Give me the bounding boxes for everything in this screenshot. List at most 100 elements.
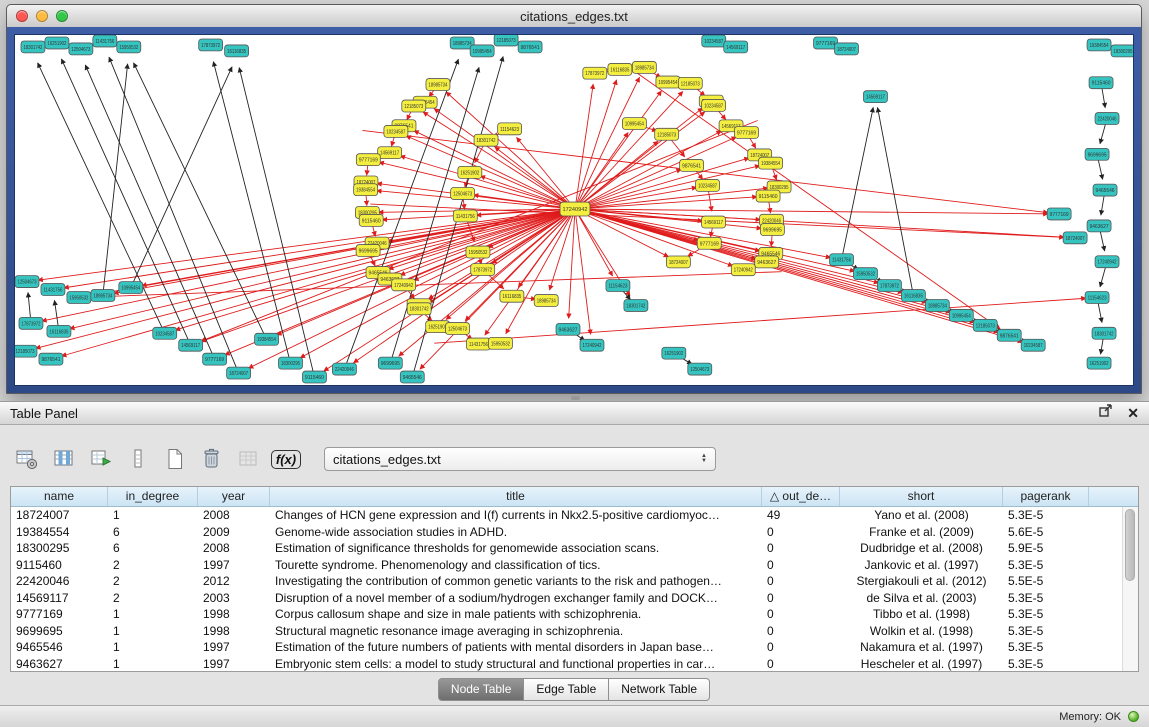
cell[interactable]: Embryonic stem cells: a model to study s… <box>270 656 762 673</box>
graph-node[interactable]: 9876541 <box>39 353 63 365</box>
graph-node[interactable]: 18300295 <box>279 357 303 369</box>
cell[interactable]: Estimation of significance thresholds fo… <box>270 540 762 557</box>
graph-node[interactable]: 16116835 <box>500 290 524 302</box>
graph-node[interactable]: 18985734 <box>925 299 949 311</box>
cell[interactable]: 5.3E-5 <box>1003 656 1089 673</box>
cell[interactable]: Yano et al. (2008) <box>840 507 1003 524</box>
graph-node[interactable]: 16251902 <box>45 37 69 49</box>
graph-node[interactable]: 18300295 <box>1111 45 1133 57</box>
graph-node[interactable]: 16116835 <box>225 45 249 57</box>
float-panel-icon[interactable] <box>1099 404 1113 422</box>
graph-node[interactable]: 11431756 <box>41 284 65 296</box>
graph-node[interactable]: 9463627 <box>755 256 779 268</box>
cell[interactable]: 5.3E-5 <box>1003 507 1089 524</box>
graph-node[interactable]: 17873972 <box>19 317 43 329</box>
cell[interactable]: Tourette syndrome. Phenomenology and cla… <box>270 557 762 574</box>
cell[interactable]: 19384554 <box>11 524 108 541</box>
network-window[interactable]: citations_edges.txt 18301742162519021250… <box>6 4 1142 394</box>
graph-node[interactable]: 15950532 <box>488 337 512 349</box>
add-column-icon[interactable] <box>86 444 116 474</box>
graph-node[interactable]: 10234587 <box>153 327 177 339</box>
splitter-handle-icon[interactable] <box>571 396 580 400</box>
graph-node[interactable]: 16251902 <box>662 347 686 359</box>
cell[interactable]: Jankovic et al. (1997) <box>840 557 1003 574</box>
graph-node[interactable]: 10234587 <box>696 179 720 191</box>
graph-node[interactable]: 15950532 <box>854 268 878 280</box>
close-panel-icon[interactable]: ✕ <box>1127 406 1139 420</box>
graph-node[interactable]: 17240942 <box>580 339 604 351</box>
panel-splitter[interactable] <box>0 394 1149 401</box>
function-builder-icon[interactable]: f(x) <box>271 444 301 474</box>
cell[interactable]: 18300295 <box>11 540 108 557</box>
graph-node[interactable]: 9876541 <box>997 329 1021 341</box>
cell[interactable]: 5.5E-5 <box>1003 573 1089 590</box>
graph-node[interactable]: 18724007 <box>227 367 251 379</box>
graph-node[interactable]: 18985734 <box>91 290 115 302</box>
graph-node[interactable]: 12504673 <box>451 187 475 199</box>
graph-node[interactable]: 18301742 <box>624 299 648 311</box>
graph-node[interactable]: 17873972 <box>583 67 607 79</box>
table-select-combo[interactable]: citations_edges.txt ▲▼ <box>324 447 716 471</box>
graph-node[interactable]: 17873972 <box>471 264 495 276</box>
graph-node[interactable]: 14569117 <box>378 147 402 159</box>
graph-node[interactable]: 16116835 <box>901 290 925 302</box>
graph-node[interactable]: 11154623 <box>1085 292 1109 304</box>
graph-node[interactable]: 17873972 <box>199 39 223 51</box>
graph-node[interactable]: 9777169 <box>1047 208 1071 220</box>
cell[interactable]: 5.3E-5 <box>1003 606 1089 623</box>
show-columns-icon[interactable] <box>49 444 79 474</box>
traffic-light-zoom[interactable] <box>56 10 68 22</box>
cell[interactable]: 5.3E-5 <box>1003 590 1089 607</box>
graph-node[interactable]: 14569117 <box>179 339 203 351</box>
graph-node[interactable]: 15950532 <box>117 41 141 53</box>
cell[interactable]: 1 <box>108 656 198 673</box>
graph-node[interactable]: 9777169 <box>697 237 721 249</box>
cell[interactable]: 9115460 <box>11 557 108 574</box>
cell[interactable]: 0 <box>762 606 840 623</box>
graph-node[interactable]: 10995454 <box>949 309 973 321</box>
graph-node[interactable]: 12185073 <box>494 35 518 46</box>
graph-node[interactable]: 9777169 <box>356 154 380 166</box>
cell[interactable]: Genome-wide association studies in ADHD. <box>270 524 762 541</box>
graph-node[interactable]: 10995454 <box>119 282 143 294</box>
network-canvas[interactable]: 1830174216251902125046731143175615950532… <box>14 34 1134 386</box>
column-header-0[interactable]: name <box>11 487 108 506</box>
graph-node[interactable]: 9876541 <box>518 41 542 53</box>
column-header-4[interactable]: △ out_de… <box>762 487 840 506</box>
cell[interactable]: Estimation of the future numbers of pati… <box>270 639 762 656</box>
cell[interactable]: Wolkin et al. (1998) <box>840 623 1003 640</box>
cell[interactable]: 0 <box>762 623 840 640</box>
graph-node[interactable]: 9699695 <box>1085 148 1109 160</box>
graph-node[interactable]: 9465546 <box>1093 184 1117 196</box>
graph-node[interactable]: 14569117 <box>724 41 748 53</box>
graph-node[interactable]: 10995454 <box>656 76 680 88</box>
graph-node[interactable]: 10995454 <box>470 45 494 57</box>
cell[interactable]: 6 <box>108 540 198 557</box>
graph-node[interactable]: 11431756 <box>830 254 854 266</box>
graph-node[interactable]: 10995454 <box>622 118 646 130</box>
table-row[interactable]: 946362711997Embryonic stem cells: a mode… <box>11 656 1138 673</box>
graph-node[interactable]: 10234587 <box>702 35 726 47</box>
cell[interactable]: 5.3E-5 <box>1003 639 1089 656</box>
cell[interactable]: 0 <box>762 557 840 574</box>
graph-node[interactable]: 18724007 <box>1063 232 1087 244</box>
cell[interactable]: 5.6E-5 <box>1003 524 1089 541</box>
cell[interactable]: 2012 <box>198 573 270 590</box>
graph-node[interactable]: 18985734 <box>632 61 656 73</box>
cell[interactable]: 1998 <box>198 623 270 640</box>
delete-table-icon[interactable] <box>197 444 227 474</box>
graph-node[interactable]: 12185073 <box>15 345 37 357</box>
table-row[interactable]: 1456911722003Disruption of a novel membe… <box>11 590 1138 607</box>
graph-node[interactable]: 9463627 <box>556 323 580 335</box>
graph-node[interactable]: 9777169 <box>735 126 759 138</box>
cell[interactable]: 0 <box>762 656 840 673</box>
graph-node[interactable]: 19384554 <box>1087 39 1111 51</box>
graph-node[interactable]: 10234587 <box>702 99 726 111</box>
cell[interactable]: de Silva et al. (2003) <box>840 590 1003 607</box>
network-svg[interactable]: 1830174216251902125046731143175615950532… <box>15 35 1133 385</box>
cell[interactable]: 1 <box>108 639 198 656</box>
tab-network-table[interactable]: Network Table <box>608 678 710 701</box>
delete-column-icon[interactable] <box>123 444 153 474</box>
column-header-3[interactable]: title <box>270 487 762 506</box>
graph-node[interactable]: 11154623 <box>606 280 630 292</box>
